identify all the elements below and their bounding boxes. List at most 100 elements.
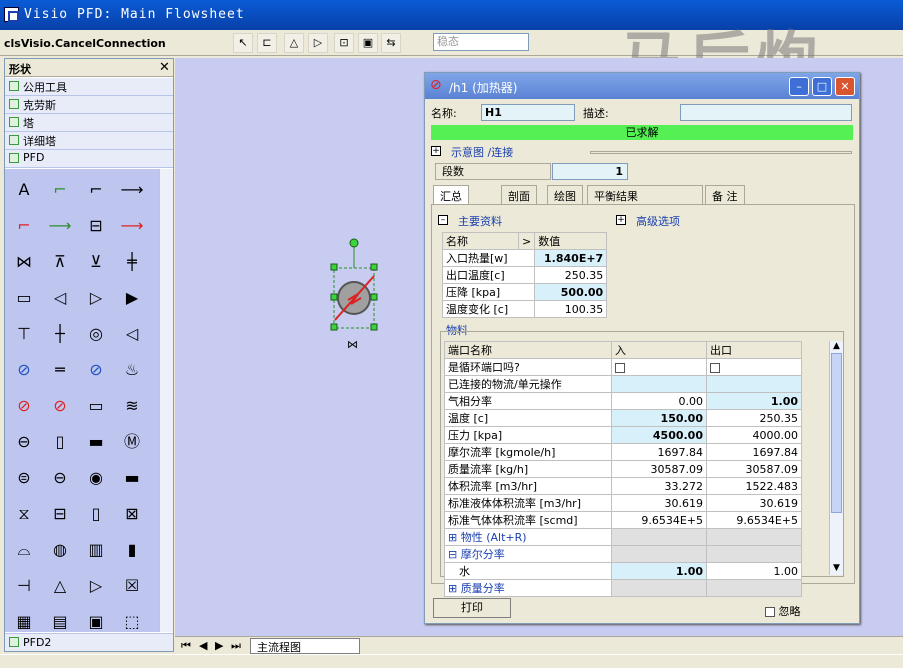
- pump-icon[interactable]: ◎: [79, 317, 113, 351]
- value-cell[interactable]: 500.00: [534, 283, 608, 301]
- m-drum-icon[interactable]: ⊜: [7, 461, 41, 495]
- stencil-item[interactable]: 塔: [5, 114, 173, 132]
- column-icon[interactable]: ▯: [79, 497, 113, 531]
- arrange-icon[interactable]: ⇆: [381, 33, 401, 53]
- green-arrow-icon[interactable]: ⟶: [43, 209, 77, 243]
- control-valve-icon[interactable]: ⊼: [43, 245, 77, 279]
- stencil-item[interactable]: 详细塔: [5, 132, 173, 150]
- next-page-icon[interactable]: ▶: [215, 639, 223, 652]
- valve-icon[interactable]: ⋈: [7, 245, 41, 279]
- expand-icon[interactable]: +: [431, 146, 441, 156]
- pointer-tool-icon[interactable]: ↖: [233, 33, 253, 53]
- tee-icon[interactable]: ┼: [43, 317, 77, 351]
- tower-icon[interactable]: ▮: [115, 533, 149, 567]
- stencil-item[interactable]: 克劳斯: [5, 96, 173, 114]
- shell-tube-icon[interactable]: ▭: [79, 389, 113, 423]
- x-box-icon[interactable]: ☒: [115, 569, 149, 603]
- expand-icon[interactable]: +: [616, 215, 626, 225]
- material-scrollbar[interactable]: ▲ ▼: [829, 341, 843, 575]
- name-field[interactable]: H1: [481, 104, 575, 121]
- green-step-connector-icon[interactable]: ⌐: [43, 173, 77, 207]
- tray-column-icon[interactable]: ▥: [79, 533, 113, 567]
- tab-profile[interactable]: 剖面: [501, 185, 537, 205]
- mode-field[interactable]: 稳态: [433, 33, 529, 51]
- stencil-item[interactable]: PFD: [5, 150, 173, 168]
- tab-plot[interactable]: 绘图: [547, 185, 583, 205]
- first-page-icon[interactable]: ⏮: [181, 639, 191, 653]
- scroll-thumb[interactable]: [831, 353, 842, 513]
- hv-icon[interactable]: ⊟: [43, 497, 77, 531]
- close-button[interactable]: ✕: [835, 77, 855, 96]
- triangle-icon[interactable]: △: [43, 569, 77, 603]
- arrow-connector-icon[interactable]: ⟶: [115, 173, 149, 207]
- fired-heater-icon[interactable]: ♨: [115, 353, 149, 387]
- sine-source-icon[interactable]: ⊖: [7, 425, 41, 459]
- description-field[interactable]: [680, 104, 852, 121]
- flip-horizontal-icon[interactable]: ▷: [308, 33, 328, 53]
- mixer-icon[interactable]: ╪: [115, 245, 149, 279]
- print-button[interactable]: 打印: [433, 598, 511, 618]
- pipe-icon[interactable]: ▭: [7, 281, 41, 315]
- drum-icon[interactable]: ◍: [43, 533, 77, 567]
- compressor-icon[interactable]: ▶: [115, 281, 149, 315]
- last-page-icon[interactable]: ⏭: [231, 639, 241, 653]
- red-step-connector-icon[interactable]: ⌐: [7, 209, 41, 243]
- reducer-icon[interactable]: ◁: [43, 281, 77, 315]
- reactor-icon[interactable]: ⌓: [7, 533, 41, 567]
- checkbox[interactable]: [765, 607, 775, 617]
- inline-device-icon[interactable]: ⊟: [79, 209, 113, 243]
- stencil-item-pfd2[interactable]: PFD2: [5, 633, 173, 651]
- expand-icon[interactable]: ⊞: [448, 582, 461, 595]
- scroll-up-icon[interactable]: ▲: [830, 341, 843, 351]
- cone-icon[interactable]: ◁: [115, 317, 149, 351]
- cross-valve-icon[interactable]: ⊠: [115, 497, 149, 531]
- tab-balance[interactable]: 平衡结果: [587, 185, 703, 205]
- flip-vertical-icon[interactable]: △: [284, 33, 304, 53]
- hourglass-icon[interactable]: ⧖: [7, 497, 41, 531]
- inline-exchanger-icon[interactable]: ═: [43, 353, 77, 387]
- tank-icon[interactable]: ▬: [115, 461, 149, 495]
- tab-notes[interactable]: 备 注: [705, 185, 745, 205]
- nozzle-icon[interactable]: ⊤: [7, 317, 41, 351]
- heater-red-icon[interactable]: ⊘: [7, 389, 41, 423]
- vessel-icon[interactable]: ▯: [43, 425, 77, 459]
- column-expand-icon[interactable]: >: [517, 232, 536, 250]
- zoom-fit-icon[interactable]: ⊡: [334, 33, 354, 53]
- pump-triangle-icon[interactable]: ▷: [79, 569, 113, 603]
- collapse-icon[interactable]: –: [438, 215, 448, 225]
- step-connector-icon[interactable]: ⌐: [79, 173, 113, 207]
- separator-icon[interactable]: ⊖: [43, 461, 77, 495]
- close-icon[interactable]: ✕: [159, 60, 170, 75]
- connected-stream-cell[interactable]: [706, 375, 802, 393]
- cooler-red-icon[interactable]: ⊘: [43, 389, 77, 423]
- expand-icon[interactable]: ⊞: [448, 531, 461, 544]
- sheet-tab-main[interactable]: 主流程图: [250, 638, 360, 654]
- connected-stream-cell[interactable]: [611, 375, 707, 393]
- expander-icon[interactable]: ▷: [79, 281, 113, 315]
- ignore-checkbox[interactable]: 忽略: [765, 603, 801, 619]
- red-arrow-icon[interactable]: ⟶: [115, 209, 149, 243]
- scroll-down-icon[interactable]: ▼: [830, 563, 843, 573]
- heat-exchanger-blue-icon[interactable]: ⊘: [7, 353, 41, 387]
- flash-drum-icon[interactable]: ◉: [79, 461, 113, 495]
- text-shape-icon[interactable]: A: [7, 173, 41, 207]
- horizontal-vessel-icon[interactable]: ▬: [79, 425, 113, 459]
- heater-blue-icon[interactable]: ⊘: [79, 353, 113, 387]
- m-vessel-icon[interactable]: Ⓜ: [115, 425, 149, 459]
- maximize-button[interactable]: □: [812, 77, 832, 96]
- segments-field[interactable]: 1: [552, 163, 628, 180]
- stencil-item[interactable]: 公用工具: [5, 78, 173, 96]
- properties-icon[interactable]: ▣: [358, 33, 378, 53]
- checkbox[interactable]: [615, 362, 625, 373]
- schematic-connections-link[interactable]: 示意图 /连接: [451, 144, 513, 160]
- checkbox[interactable]: [710, 362, 720, 373]
- coil-icon[interactable]: ≋: [115, 389, 149, 423]
- prev-page-icon[interactable]: ◀: [199, 639, 207, 652]
- hx-icon[interactable]: ⊣: [7, 569, 41, 603]
- connector-tool-icon[interactable]: ⊏: [257, 33, 277, 53]
- minimize-button[interactable]: –: [789, 77, 809, 96]
- value-cell[interactable]: 1.840E+7: [534, 249, 608, 267]
- advanced-options-link[interactable]: 高级选项: [636, 213, 680, 229]
- relief-valve-icon[interactable]: ⊻: [79, 245, 113, 279]
- collapse-icon[interactable]: ⊟: [448, 548, 461, 561]
